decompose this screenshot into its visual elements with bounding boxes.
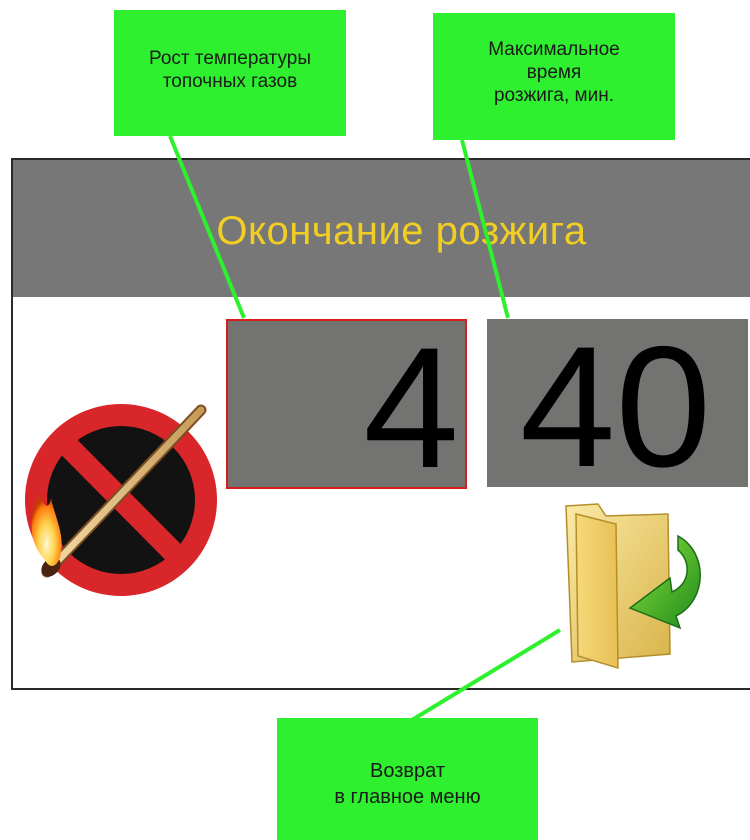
- callout-temp-rise-text: Рост температуры топочных газов: [148, 48, 311, 92]
- no-match-icon: [19, 400, 223, 600]
- callout-return-main-menu: Возврат в главное меню: [277, 718, 538, 840]
- max-ignition-time-field[interactable]: 40: [487, 319, 748, 487]
- screen-title: Окончание розжига: [216, 209, 587, 253]
- callout-max-ignition-time: Максимальное время розжига, мин.: [433, 13, 675, 140]
- callout-max-ignition-time-text: Максимальное время розжига, мин.: [488, 39, 620, 106]
- title-bar: Окончание розжига: [13, 160, 750, 297]
- temp-rise-value: 4: [363, 319, 459, 489]
- callout-return-main-menu-text: Возврат в главное меню: [334, 760, 481, 808]
- ignition-end-screen: Окончание розжига 4 40: [11, 158, 750, 690]
- callout-temp-rise: Рост температуры топочных газов: [114, 10, 346, 136]
- max-ignition-time-value: 40: [519, 319, 712, 487]
- folder-return-icon[interactable]: [558, 500, 708, 670]
- temp-rise-value-field[interactable]: 4: [226, 319, 467, 489]
